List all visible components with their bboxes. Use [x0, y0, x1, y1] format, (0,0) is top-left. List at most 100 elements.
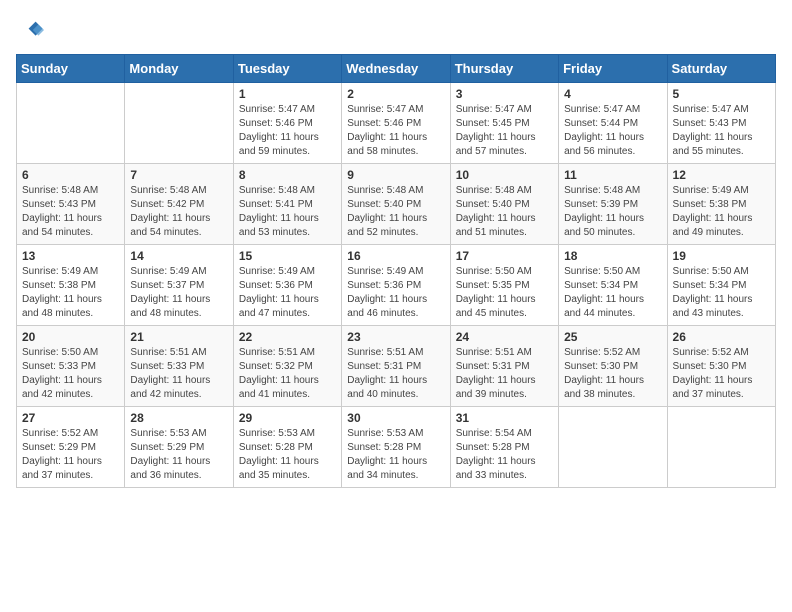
weekday-header-row: SundayMondayTuesdayWednesdayThursdayFrid…: [17, 55, 776, 83]
calendar-cell: 26 Sunrise: 5:52 AMSunset: 5:30 PMDayligh…: [667, 326, 775, 407]
day-number: 11: [564, 168, 661, 182]
day-number: 12: [673, 168, 770, 182]
day-number: 26: [673, 330, 770, 344]
calendar-cell: 1 Sunrise: 5:47 AMSunset: 5:46 PMDaylight…: [233, 83, 341, 164]
day-number: 16: [347, 249, 444, 263]
day-number: 22: [239, 330, 336, 344]
day-info: Sunrise: 5:53 AMSunset: 5:28 PMDaylight:…: [347, 427, 444, 483]
day-number: 7: [130, 168, 227, 182]
logo: [16, 16, 48, 44]
day-info: Sunrise: 5:51 AMSunset: 5:33 PMDaylight:…: [130, 346, 227, 402]
calendar-cell: 17 Sunrise: 5:50 AMSunset: 5:35 PMDayligh…: [450, 245, 558, 326]
calendar-cell: 9Sunrise: 5:48 AMSunset: 5:40 PMDaylight…: [342, 164, 450, 245]
weekday-header-monday: Monday: [125, 55, 233, 83]
day-info: Sunrise: 5:49 AMSunset: 5:38 PMDaylight:…: [673, 184, 770, 240]
calendar-cell: 29Sunrise: 5:53 AMSunset: 5:28 PMDayligh…: [233, 407, 341, 488]
day-info: Sunrise: 5:49 AMSunset: 5:37 PMDaylight:…: [130, 265, 227, 321]
day-info: Sunrise: 5:49 AMSunset: 5:36 PMDaylight:…: [239, 265, 336, 321]
calendar-cell: 11 Sunrise: 5:48 AMSunset: 5:39 PMDayligh…: [559, 164, 667, 245]
day-number: 30: [347, 411, 444, 425]
day-info: Sunrise: 5:48 AMSunset: 5:43 PMDaylight:…: [22, 184, 119, 240]
day-number: 2: [347, 87, 444, 101]
day-info: Sunrise: 5:52 AMSunset: 5:30 PMDaylight:…: [564, 346, 661, 402]
calendar-cell: [667, 407, 775, 488]
day-number: 4: [564, 87, 661, 101]
day-number: 31: [456, 411, 553, 425]
calendar-cell: 15 Sunrise: 5:49 AMSunset: 5:36 PMDayligh…: [233, 245, 341, 326]
calendar-cell: 25 Sunrise: 5:52 AMSunset: 5:30 PMDayligh…: [559, 326, 667, 407]
day-info: Sunrise: 5:53 AMSunset: 5:29 PMDaylight:…: [130, 427, 227, 483]
day-info: Sunrise: 5:48 AMSunset: 5:42 PMDaylight:…: [130, 184, 227, 240]
day-info: Sunrise: 5:47 AMSunset: 5:46 PMDaylight:…: [347, 103, 444, 159]
calendar-cell: 14 Sunrise: 5:49 AMSunset: 5:37 PMDayligh…: [125, 245, 233, 326]
day-info: Sunrise: 5:50 AMSunset: 5:34 PMDaylight:…: [673, 265, 770, 321]
day-number: 3: [456, 87, 553, 101]
day-number: 18: [564, 249, 661, 263]
calendar-cell: 8 Sunrise: 5:48 AMSunset: 5:41 PMDaylight…: [233, 164, 341, 245]
day-info: Sunrise: 5:52 AMSunset: 5:30 PMDaylight:…: [673, 346, 770, 402]
weekday-header-tuesday: Tuesday: [233, 55, 341, 83]
calendar-cell: 3 Sunrise: 5:47 AMSunset: 5:45 PMDaylight…: [450, 83, 558, 164]
day-number: 24: [456, 330, 553, 344]
weekday-header-thursday: Thursday: [450, 55, 558, 83]
day-info: Sunrise: 5:48 AMSunset: 5:40 PMDaylight:…: [347, 184, 444, 240]
calendar-week-1: 1 Sunrise: 5:47 AMSunset: 5:46 PMDaylight…: [17, 83, 776, 164]
day-number: 8: [239, 168, 336, 182]
day-number: 21: [130, 330, 227, 344]
day-number: 28: [130, 411, 227, 425]
day-info: Sunrise: 5:48 AMSunset: 5:41 PMDaylight:…: [239, 184, 336, 240]
day-number: 25: [564, 330, 661, 344]
calendar-cell: 4 Sunrise: 5:47 AMSunset: 5:44 PMDaylight…: [559, 83, 667, 164]
calendar-cell: 20 Sunrise: 5:50 AMSunset: 5:33 PMDayligh…: [17, 326, 125, 407]
day-info: Sunrise: 5:47 AMSunset: 5:46 PMDaylight:…: [239, 103, 336, 159]
calendar-cell: 28 Sunrise: 5:53 AMSunset: 5:29 PMDayligh…: [125, 407, 233, 488]
day-number: 6: [22, 168, 119, 182]
calendar-cell: 21 Sunrise: 5:51 AMSunset: 5:33 PMDayligh…: [125, 326, 233, 407]
day-info: Sunrise: 5:52 AMSunset: 5:29 PMDaylight:…: [22, 427, 119, 483]
day-number: 27: [22, 411, 119, 425]
calendar-cell: 5 Sunrise: 5:47 AMSunset: 5:43 PMDaylight…: [667, 83, 775, 164]
day-number: 20: [22, 330, 119, 344]
day-info: Sunrise: 5:54 AMSunset: 5:28 PMDaylight:…: [456, 427, 553, 483]
calendar-week-2: 6 Sunrise: 5:48 AMSunset: 5:43 PMDaylight…: [17, 164, 776, 245]
weekday-header-friday: Friday: [559, 55, 667, 83]
day-number: 10: [456, 168, 553, 182]
day-number: 1: [239, 87, 336, 101]
weekday-header-wednesday: Wednesday: [342, 55, 450, 83]
calendar-cell: 7 Sunrise: 5:48 AMSunset: 5:42 PMDaylight…: [125, 164, 233, 245]
calendar-cell: 24 Sunrise: 5:51 AMSunset: 5:31 PMDayligh…: [450, 326, 558, 407]
calendar-cell: [559, 407, 667, 488]
day-info: Sunrise: 5:53 AMSunset: 5:28 PMDaylight:…: [239, 427, 336, 483]
day-number: 5: [673, 87, 770, 101]
day-number: 17: [456, 249, 553, 263]
day-info: Sunrise: 5:49 AMSunset: 5:36 PMDaylight:…: [347, 265, 444, 321]
weekday-header-saturday: Saturday: [667, 55, 775, 83]
day-info: Sunrise: 5:50 AMSunset: 5:35 PMDaylight:…: [456, 265, 553, 321]
day-number: 13: [22, 249, 119, 263]
calendar-cell: [17, 83, 125, 164]
calendar-week-3: 13 Sunrise: 5:49 AMSunset: 5:38 PMDayligh…: [17, 245, 776, 326]
day-number: 14: [130, 249, 227, 263]
calendar-cell: 16 Sunrise: 5:49 AMSunset: 5:36 PMDayligh…: [342, 245, 450, 326]
calendar-cell: 23Sunrise: 5:51 AMSunset: 5:31 PMDayligh…: [342, 326, 450, 407]
day-number: 23: [347, 330, 444, 344]
day-info: Sunrise: 5:50 AMSunset: 5:34 PMDaylight:…: [564, 265, 661, 321]
day-info: Sunrise: 5:51 AMSunset: 5:31 PMDaylight:…: [456, 346, 553, 402]
day-info: Sunrise: 5:51 AMSunset: 5:32 PMDaylight:…: [239, 346, 336, 402]
day-info: Sunrise: 5:47 AMSunset: 5:45 PMDaylight:…: [456, 103, 553, 159]
day-info: Sunrise: 5:47 AMSunset: 5:43 PMDaylight:…: [673, 103, 770, 159]
calendar-cell: [125, 83, 233, 164]
calendar-cell: 22 Sunrise: 5:51 AMSunset: 5:32 PMDayligh…: [233, 326, 341, 407]
day-info: Sunrise: 5:47 AMSunset: 5:44 PMDaylight:…: [564, 103, 661, 159]
day-info: Sunrise: 5:48 AMSunset: 5:39 PMDaylight:…: [564, 184, 661, 240]
calendar-cell: 31 Sunrise: 5:54 AMSunset: 5:28 PMDayligh…: [450, 407, 558, 488]
calendar-cell: 19 Sunrise: 5:50 AMSunset: 5:34 PMDayligh…: [667, 245, 775, 326]
day-number: 19: [673, 249, 770, 263]
day-info: Sunrise: 5:49 AMSunset: 5:38 PMDaylight:…: [22, 265, 119, 321]
day-number: 15: [239, 249, 336, 263]
calendar-cell: 10Sunrise: 5:48 AMSunset: 5:40 PMDayligh…: [450, 164, 558, 245]
day-info: Sunrise: 5:50 AMSunset: 5:33 PMDaylight:…: [22, 346, 119, 402]
calendar-cell: 30 Sunrise: 5:53 AMSunset: 5:28 PMDayligh…: [342, 407, 450, 488]
calendar-week-4: 20 Sunrise: 5:50 AMSunset: 5:33 PMDayligh…: [17, 326, 776, 407]
calendar-cell: 2 Sunrise: 5:47 AMSunset: 5:46 PMDaylight…: [342, 83, 450, 164]
